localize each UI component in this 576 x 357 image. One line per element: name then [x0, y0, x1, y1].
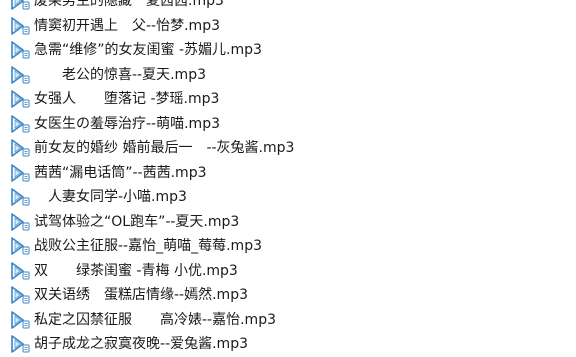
file-name: 胡子成龙之寂寞夜晚--爱兔酱.mp3 — [34, 336, 248, 353]
file-row[interactable]: 胡子成龙之寂寞夜晚--爱兔酱.mp3 — [0, 332, 576, 357]
audio-file-icon — [9, 41, 31, 60]
file-name: 急需“维修”的女友闺蜜 -苏媚儿.mp3 — [34, 42, 262, 59]
file-name: 前女友的婚纱 婚前最后一 --灰兔酱.mp3 — [34, 140, 295, 157]
file-name: 人妻女同学-小喵.mp3 — [34, 189, 187, 206]
file-row[interactable]: 老公的惊喜--夏天.mp3 — [0, 63, 576, 88]
file-row[interactable]: 双关语绣 蛋糕店情缘--嫣然.mp3 — [0, 283, 576, 308]
audio-file-icon — [9, 16, 31, 35]
audio-file-icon — [9, 310, 31, 329]
file-name: 双 绿茶闺蜜 -青梅 小优.mp3 — [34, 262, 238, 279]
file-name: 战败公主征服--嘉怡_萌喵_莓莓.mp3 — [34, 238, 262, 255]
file-row[interactable]: 前女友的婚纱 婚前最后一 --灰兔酱.mp3 — [0, 136, 576, 161]
file-name: 茜茜“漏电话筒”--茜茜.mp3 — [34, 164, 207, 181]
file-row[interactable]: 情窦初开遇上 父--怡梦.mp3 — [0, 14, 576, 39]
file-row[interactable]: 战败公主征服--嘉怡_萌喵_莓莓.mp3 — [0, 234, 576, 259]
file-name: 双关语绣 蛋糕店情缘--嫣然.mp3 — [34, 287, 248, 304]
audio-file-icon — [9, 286, 31, 305]
file-name: 废柴男主的隐藏一夏茜茜.mp3 — [34, 0, 224, 10]
audio-file-icon — [9, 90, 31, 109]
file-row[interactable]: 人妻女同学-小喵.mp3 — [0, 185, 576, 210]
file-name: 情窦初开遇上 父--怡梦.mp3 — [34, 17, 220, 34]
file-row[interactable]: 试驾体验之“OL跑车”--夏天.mp3 — [0, 210, 576, 235]
audio-file-icon — [9, 114, 31, 133]
file-row[interactable]: 私定之囚禁征服 高冷婊--嘉怡.mp3 — [0, 308, 576, 333]
file-row[interactable]: 废柴男主的隐藏一夏茜茜.mp3 — [0, 0, 576, 14]
file-row[interactable]: 双 绿茶闺蜜 -青梅 小优.mp3 — [0, 259, 576, 284]
audio-file-icon — [9, 188, 31, 207]
file-name: 女医生の羞辱治疗--萌喵.mp3 — [34, 115, 220, 132]
file-name: 试驾体验之“OL跑车”--夏天.mp3 — [34, 213, 240, 230]
file-name: 女强人 堕落记 -梦瑶.mp3 — [34, 91, 220, 108]
file-row[interactable]: 急需“维修”的女友闺蜜 -苏媚儿.mp3 — [0, 38, 576, 63]
file-row[interactable]: 女医生の羞辱治疗--萌喵.mp3 — [0, 112, 576, 137]
audio-file-icon — [9, 335, 31, 354]
audio-file-icon — [9, 261, 31, 280]
audio-file-icon — [9, 163, 31, 182]
audio-file-icon — [9, 65, 31, 84]
audio-file-icon — [9, 139, 31, 158]
audio-file-icon — [9, 237, 31, 256]
file-name: 老公的惊喜--夏天.mp3 — [34, 66, 206, 83]
file-name: 私定之囚禁征服 高冷婊--嘉怡.mp3 — [34, 311, 276, 328]
audio-file-icon — [9, 0, 31, 11]
file-row[interactable]: 茜茜“漏电话筒”--茜茜.mp3 — [0, 161, 576, 186]
audio-file-icon — [9, 212, 31, 231]
file-row[interactable]: 女强人 堕落记 -梦瑶.mp3 — [0, 87, 576, 112]
file-list: 废柴男主的隐藏一夏茜茜.mp3 情窦初开遇上 父--怡梦.mp3 急需“维修”的… — [0, 0, 576, 357]
